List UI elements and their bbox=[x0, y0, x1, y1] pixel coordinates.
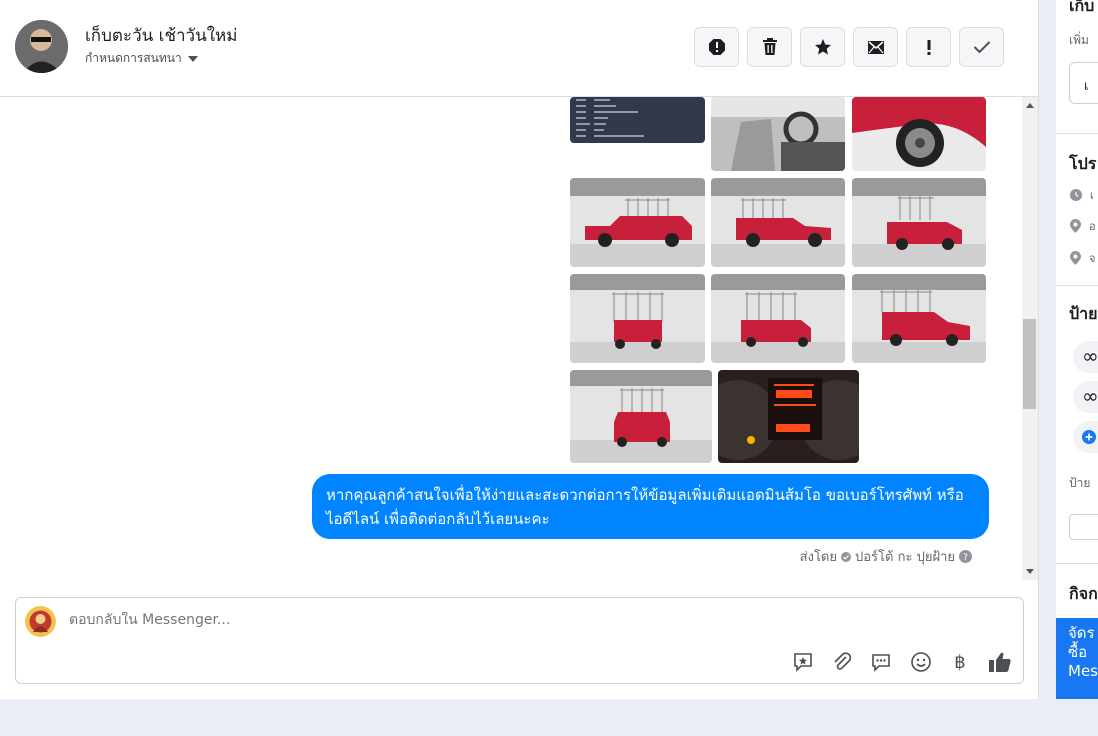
clock-icon bbox=[1070, 189, 1082, 201]
star-button[interactable] bbox=[800, 27, 845, 67]
delete-button[interactable] bbox=[747, 27, 792, 67]
unread-icon bbox=[867, 41, 884, 54]
sidebar-activity-title: กิจก bbox=[1069, 584, 1098, 603]
label-chip-glyph: ∞ bbox=[1082, 384, 1098, 408]
sidebar-profile-row-location: อ bbox=[1070, 217, 1096, 235]
conversation-header: เก็บตะวัน เช้าวันใหม่ กำหนดการสนทนา bbox=[0, 0, 1038, 97]
sent-by-name[interactable]: ปอร์โต้ กะ ปุยฝ้าย bbox=[855, 546, 955, 567]
scrollbar-thumb[interactable] bbox=[1023, 319, 1036, 409]
chat-bubble-icon bbox=[872, 654, 890, 672]
photo-odometer[interactable] bbox=[718, 370, 859, 463]
thread-scrollbar[interactable] bbox=[1022, 97, 1038, 580]
trash-icon bbox=[762, 38, 777, 55]
contact-info-sidebar: เก็บ เพิ่ม เ โปร เ อ จ ป้าย ∞ ∞ ป้าย กิจ… bbox=[1056, 0, 1098, 699]
message-bubble: หากคุณลูกค้าสนใจเพื่อให้ง่ายและสะดวกต่อก… bbox=[312, 474, 989, 539]
sidebar-divider bbox=[1056, 285, 1098, 286]
sidebar-add-button[interactable]: เ bbox=[1069, 62, 1098, 104]
saved-reply-icon bbox=[794, 653, 812, 672]
payment-button[interactable]: ฿ bbox=[948, 650, 972, 674]
location-pin-icon bbox=[1070, 219, 1081, 233]
saved-reply-button[interactable] bbox=[791, 650, 815, 674]
mark-done-button[interactable] bbox=[959, 27, 1004, 67]
sidebar-label-input[interactable] bbox=[1069, 514, 1098, 540]
scroll-up-arrow-icon[interactable] bbox=[1026, 103, 1034, 108]
scroll-down-arrow-icon[interactable] bbox=[1026, 569, 1034, 574]
sidebar-profile-row-hometown: จ bbox=[1070, 249, 1095, 267]
sidebar-labels-subtitle: ป้าย bbox=[1069, 476, 1091, 490]
photo-truck-side-1[interactable] bbox=[570, 178, 705, 267]
check-icon bbox=[973, 41, 990, 54]
sidebar-divider bbox=[1056, 133, 1098, 134]
mark-spam-button[interactable] bbox=[694, 27, 739, 67]
thumbs-up-icon bbox=[989, 652, 1011, 672]
label-chip-glyph: ∞ bbox=[1082, 344, 1098, 368]
photo-truck-side-2[interactable] bbox=[711, 178, 845, 267]
plus-circle-icon bbox=[1082, 430, 1096, 444]
sidebar-label-chip[interactable]: ∞ bbox=[1073, 381, 1098, 413]
contact-avatar[interactable] bbox=[15, 20, 68, 73]
photo-truck-front-angle[interactable] bbox=[852, 178, 986, 267]
spam-icon bbox=[708, 39, 725, 55]
sidebar-profile-title: โปร bbox=[1069, 154, 1097, 173]
photo-wheel[interactable] bbox=[852, 97, 986, 171]
sidebar-add-subtitle: เพิ่ม bbox=[1069, 33, 1089, 47]
mark-unread-button[interactable] bbox=[853, 27, 898, 67]
help-icon[interactable]: ? bbox=[959, 550, 972, 563]
star-icon bbox=[814, 39, 831, 55]
sidebar-add-button-label: เ bbox=[1084, 79, 1089, 94]
smiley-icon bbox=[911, 652, 931, 672]
mark-important-button[interactable] bbox=[906, 27, 951, 67]
sidebar-labels-title: ป้าย bbox=[1069, 304, 1098, 323]
baht-icon: ฿ bbox=[954, 651, 966, 673]
reply-input[interactable] bbox=[69, 612, 769, 628]
quick-reply-button[interactable] bbox=[869, 650, 893, 674]
header-actions bbox=[694, 27, 1004, 67]
sent-by: ส่งโดย ปอร์โต้ กะ ปุยฝ้าย ? bbox=[800, 546, 972, 567]
svg-text:?: ? bbox=[963, 553, 968, 563]
message-thread: หากคุณลูกค้าสนใจเพื่อให้ง่ายและสะดวกต่อก… bbox=[0, 97, 1022, 580]
paperclip-icon bbox=[834, 652, 852, 670]
emoji-button[interactable] bbox=[909, 650, 933, 674]
photo-interior[interactable] bbox=[711, 97, 845, 171]
attach-button[interactable] bbox=[830, 650, 854, 674]
photo-truck-front[interactable] bbox=[570, 370, 712, 463]
like-button[interactable] bbox=[988, 650, 1012, 674]
cta-line-2: ซื้อ bbox=[1068, 643, 1088, 661]
add-label-button[interactable] bbox=[1073, 421, 1098, 453]
page-avatar bbox=[25, 606, 56, 637]
sent-by-prefix: ส่งโดย bbox=[799, 550, 837, 565]
sidebar-divider bbox=[1056, 563, 1098, 564]
important-icon bbox=[927, 40, 930, 55]
conversation-panel: เก็บตะวัน เช้าวันใหม่ กำหนดการสนทนา หากค… bbox=[0, 0, 1039, 699]
photo-truck-front-left[interactable] bbox=[852, 274, 986, 363]
sidebar-profile-location: อ bbox=[1089, 220, 1096, 233]
photo-truck-rear[interactable] bbox=[570, 274, 705, 363]
sidebar-profile-row-time: เ bbox=[1070, 186, 1094, 204]
reply-composer: ฿ bbox=[15, 597, 1024, 684]
contact-name[interactable]: เก็บตะวัน เช้าวันใหม่ bbox=[85, 22, 237, 49]
sidebar-cta-banner[interactable]: จัดร ซื้อ Mes bbox=[1056, 618, 1098, 699]
caret-down-icon bbox=[187, 55, 198, 62]
photo-document[interactable] bbox=[570, 97, 705, 143]
verified-check-icon bbox=[841, 551, 851, 562]
sidebar-profile-hometown: จ bbox=[1089, 252, 1096, 265]
sidebar-profile-time: เ bbox=[1090, 189, 1094, 202]
assign-conversation-dropdown[interactable]: กำหนดการสนทนา bbox=[85, 49, 198, 68]
cta-line-3: Mes bbox=[1068, 662, 1098, 680]
sidebar-label-chip[interactable]: ∞ bbox=[1073, 341, 1098, 373]
location-pin-icon bbox=[1070, 251, 1081, 265]
sidebar-contact-title: เก็บ bbox=[1069, 0, 1095, 15]
photo-truck-rear-angle[interactable] bbox=[711, 274, 845, 363]
assign-conversation-label: กำหนดการสนทนา bbox=[85, 51, 182, 65]
cta-line-1: จัดร bbox=[1068, 624, 1095, 642]
